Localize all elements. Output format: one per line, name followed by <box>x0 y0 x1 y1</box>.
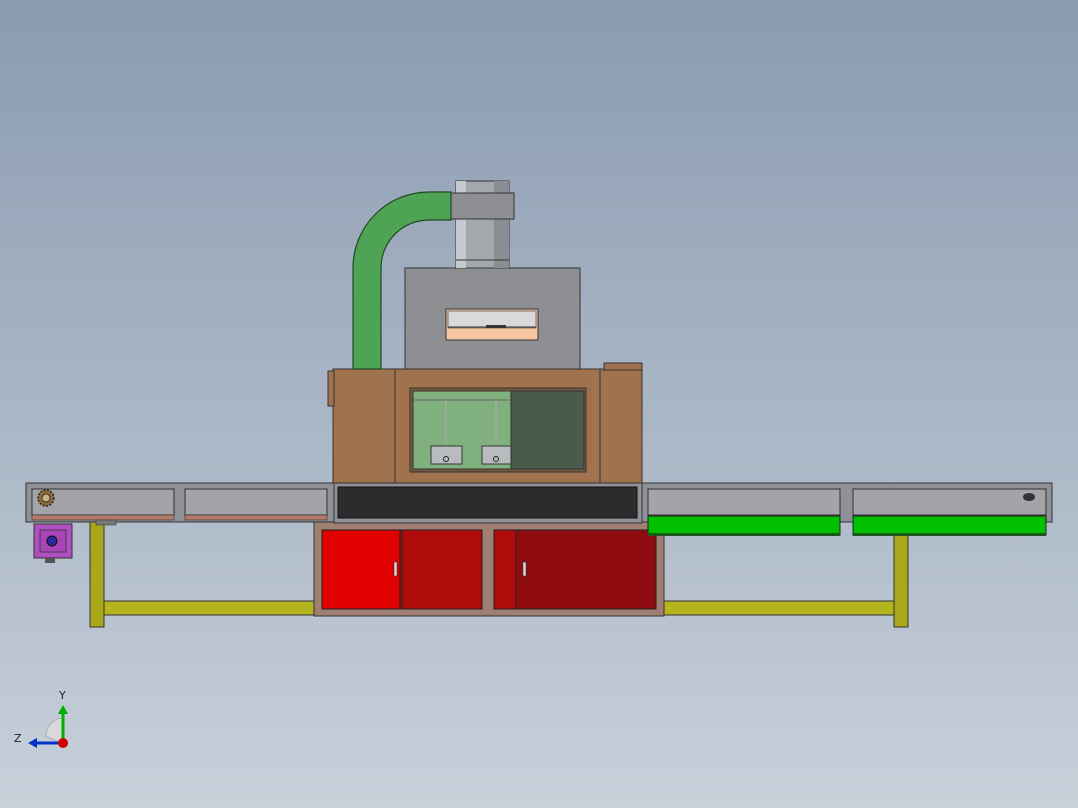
cad-viewport[interactable] <box>0 0 1078 808</box>
z-axis-head <box>28 738 37 748</box>
input-conveyor <box>25 482 335 526</box>
x-axis-dot <box>58 738 68 748</box>
inspection-window <box>445 308 539 341</box>
conveyor-belt <box>333 482 643 524</box>
output-conveyor <box>641 482 1053 536</box>
exhaust-pipe <box>450 180 515 269</box>
triad-label-y: Y <box>59 689 66 702</box>
y-axis-head <box>58 705 68 714</box>
observation-window <box>409 387 587 473</box>
drive-motor <box>33 523 73 563</box>
cabinet-base <box>313 521 665 617</box>
triad-label-z: Z <box>14 732 22 745</box>
gear-icon <box>37 489 55 507</box>
door-handle-right <box>522 561 527 577</box>
triad-fan <box>45 717 63 744</box>
axis-triad <box>28 705 68 748</box>
door-handle-left <box>393 561 398 577</box>
